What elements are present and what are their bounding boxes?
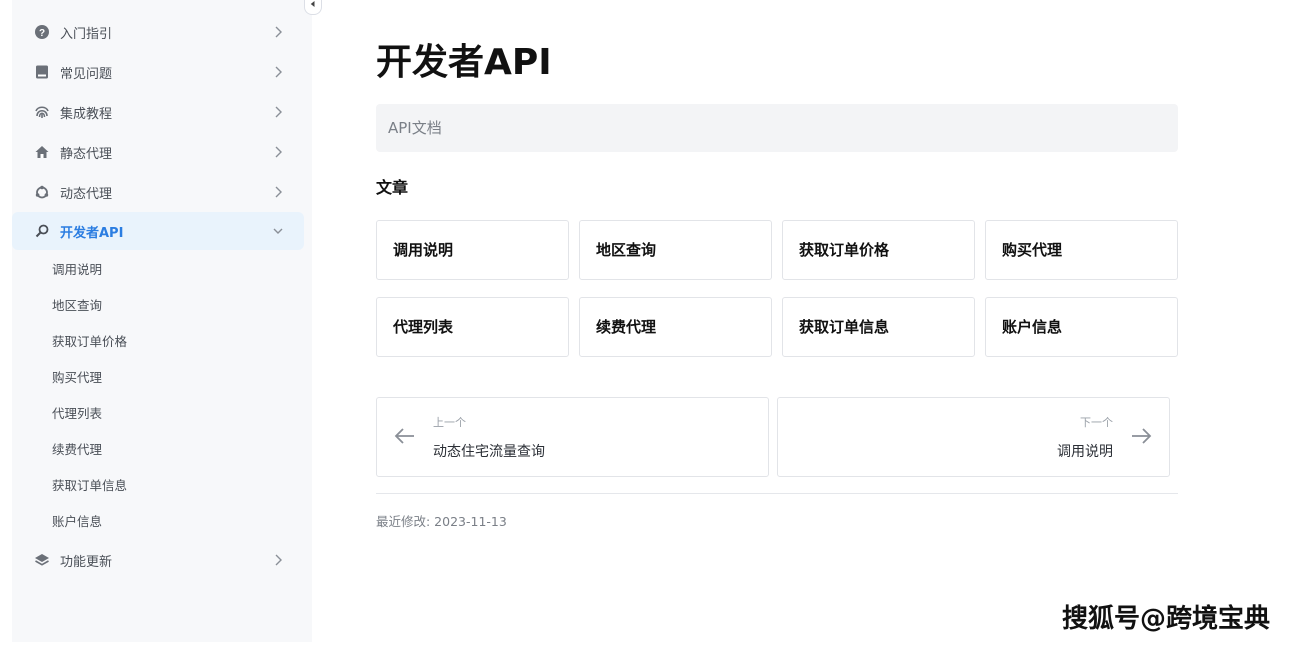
- article-card[interactable]: 获取订单价格: [782, 220, 975, 280]
- sidebar-item-label: 静态代理: [60, 146, 113, 162]
- article-card[interactable]: 代理列表: [376, 297, 569, 357]
- next-hint: 下一个: [1080, 416, 1113, 429]
- prev-title: 动态住宅流量查询: [433, 444, 545, 460]
- sidebar-subitem[interactable]: 代理列表: [52, 404, 102, 424]
- last-modified: 最近修改: 2023-11-13: [376, 514, 507, 529]
- sidebar-subitem[interactable]: 地区查询: [52, 296, 102, 316]
- divider: [376, 493, 1178, 494]
- article-card[interactable]: 购买代理: [985, 220, 1178, 280]
- prev-hint: 上一个: [433, 416, 466, 429]
- page-title: 开发者API: [376, 42, 552, 83]
- watermark: 搜狐号@跨境宝典: [1062, 604, 1271, 634]
- sidebar-item-integration[interactable]: 集成教程: [12, 93, 304, 131]
- prev-page-link[interactable]: 上一个 动态住宅流量查询: [376, 397, 769, 477]
- sidebar-item-faq[interactable]: 常见问题: [12, 53, 304, 91]
- sidebar-item-getting-started[interactable]: ? 入门指引: [12, 13, 304, 51]
- chevron-right-icon: [275, 554, 282, 566]
- article-card[interactable]: 续费代理: [579, 297, 772, 357]
- refresh-ring-icon: [35, 185, 49, 199]
- question-circle-icon: ?: [35, 25, 49, 39]
- sidebar-subitem[interactable]: 账户信息: [52, 512, 102, 532]
- layers-icon: [35, 554, 49, 566]
- sidebar-item-developer-api[interactable]: 开发者API: [12, 212, 304, 250]
- sidebar-subitem[interactable]: 获取订单价格: [52, 332, 127, 352]
- sidebar-item-label: 开发者API: [60, 225, 124, 241]
- section-label: 文章: [376, 178, 409, 197]
- arrow-right-icon: [1132, 428, 1152, 444]
- sidebar-subitem[interactable]: 购买代理: [52, 368, 102, 388]
- sidebar-item-label: 集成教程: [60, 106, 113, 122]
- sidebar-item-label: 动态代理: [60, 186, 113, 202]
- sidebar: ? 入门指引 常见问题 集成教程 静态代理 动态代理 开发者API 调用说明 地…: [12, 0, 312, 642]
- chevron-right-icon: [275, 186, 282, 198]
- search-icon: [35, 224, 49, 238]
- page-description: API文档: [376, 104, 1178, 152]
- chevron-right-icon: [275, 26, 282, 38]
- sidebar-item-dynamic-proxy[interactable]: 动态代理: [12, 173, 304, 211]
- svg-text:?: ?: [39, 28, 45, 39]
- chevron-right-icon: [275, 66, 282, 78]
- fingerprint-icon: [35, 106, 49, 118]
- sidebar-collapse-button[interactable]: [304, 0, 322, 15]
- home-icon: [35, 146, 49, 158]
- sidebar-item-updates[interactable]: 功能更新: [12, 541, 304, 579]
- sidebar-item-label: 入门指引: [60, 26, 113, 42]
- article-card[interactable]: 获取订单信息: [782, 297, 975, 357]
- chevron-right-icon: [275, 106, 282, 118]
- sidebar-subitem[interactable]: 续费代理: [52, 440, 102, 460]
- next-title: 调用说明: [1057, 444, 1113, 460]
- article-card[interactable]: 调用说明: [376, 220, 569, 280]
- book-icon: [36, 65, 48, 79]
- arrow-left-icon: [394, 428, 414, 444]
- sidebar-item-label: 常见问题: [60, 66, 113, 82]
- chevron-down-icon: [273, 228, 283, 234]
- sidebar-subitem[interactable]: 调用说明: [52, 260, 102, 280]
- sidebar-item-label: 功能更新: [60, 554, 113, 570]
- caret-left-icon: [310, 1, 315, 7]
- next-page-link[interactable]: 下一个 调用说明: [777, 397, 1170, 477]
- article-card[interactable]: 地区查询: [579, 220, 772, 280]
- chevron-right-icon: [275, 146, 282, 158]
- article-card[interactable]: 账户信息: [985, 297, 1178, 357]
- sidebar-item-static-proxy[interactable]: 静态代理: [12, 133, 304, 171]
- sidebar-subitem[interactable]: 获取订单信息: [52, 476, 127, 496]
